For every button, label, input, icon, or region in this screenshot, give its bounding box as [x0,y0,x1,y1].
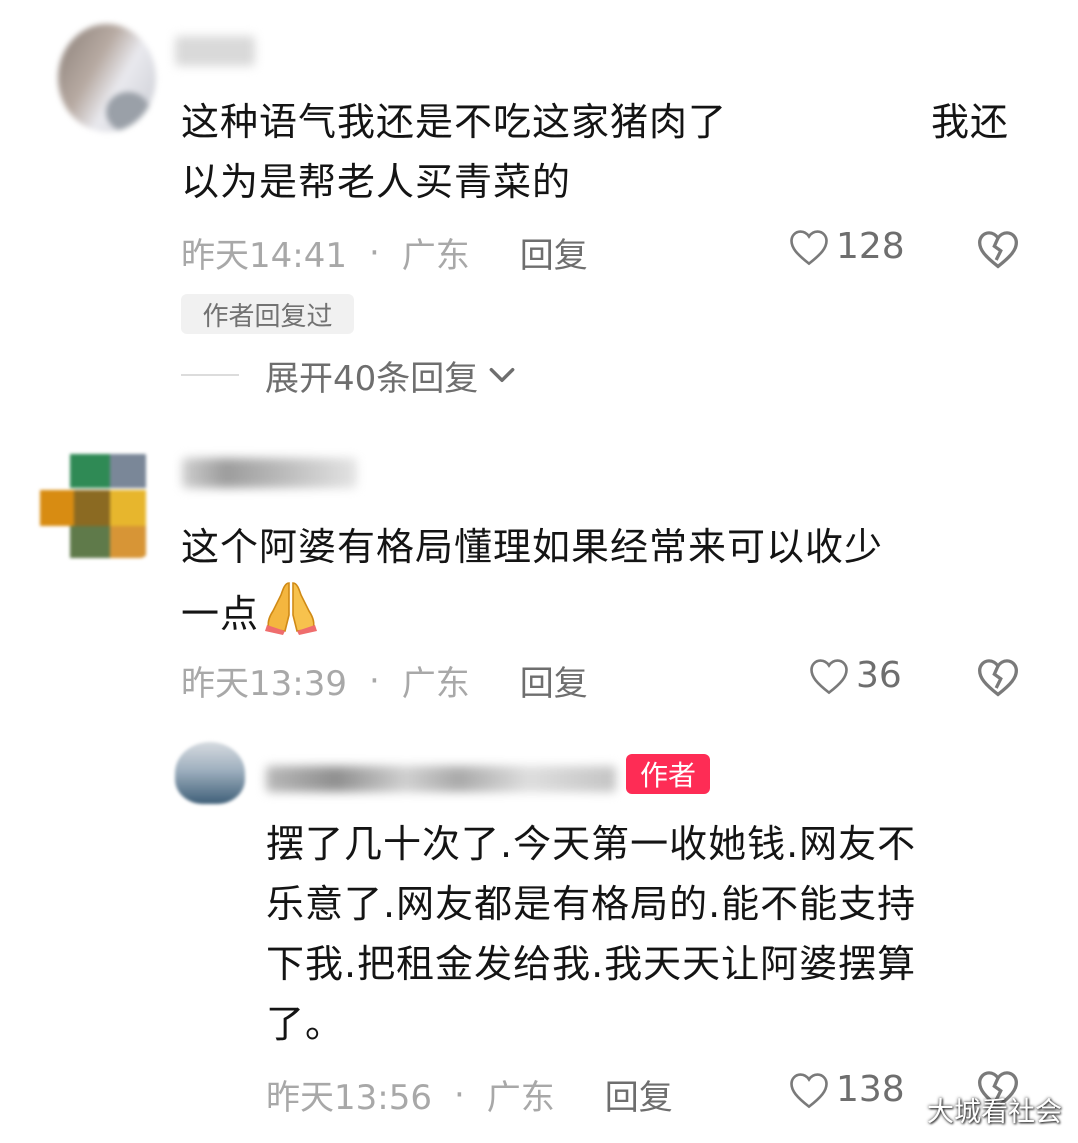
avatar[interactable] [175,742,245,804]
comment-text: 这种语气我还是不吃这家猪肉了 我还 以为是帮老人买青菜的 [181,100,1010,204]
comment-meta: 昨天13:39 · 广东 回复 [181,656,588,705]
separator-dot: · [453,1074,465,1115]
comment-location: 广东 [486,1078,555,1118]
like-count: 138 [836,1069,905,1110]
chevron-down-icon [489,367,515,383]
like-button[interactable]: 36 [808,655,902,696]
reply-text: 摆了几十次了.今天第一收她钱.网友不 乐意了.网友都是有格局的.能不能支持 下我.把… [266,822,917,1046]
author-replied-tag: 作者回复过 [181,294,354,334]
reply-button[interactable]: 回复 [520,228,588,277]
comment-meta: 昨天14:41 · 广东 回复 [181,228,588,277]
comment-location: 广东 [401,664,470,704]
dislike-button[interactable] [976,228,1020,274]
separator-dot: · [368,232,380,273]
heart-outline-icon [810,658,848,694]
reply-meta: 昨天13:56 · 广东 回复 [266,1070,673,1119]
like-count: 36 [856,655,902,696]
reply-button[interactable]: 回复 [520,656,588,705]
like-button[interactable]: 138 [788,1069,905,1110]
reply-button[interactable]: 回复 [605,1070,673,1119]
username-blurred[interactable] [266,766,616,792]
praying-hands-emoji [261,577,321,652]
avatar[interactable] [58,24,156,132]
comment-location: 广东 [401,236,470,276]
username-blurred[interactable] [182,458,357,488]
comment-time: 昨天13:56 [266,1078,432,1118]
heart-outline-icon [790,1072,828,1108]
comment-text: 这个阿婆有格局懂理如果经常来可以收少 一点 [181,517,1041,652]
watermark: 大城看社会 [927,1097,1062,1128]
avatar[interactable] [40,452,148,558]
broken-heart-icon [978,659,1018,697]
comment-time: 昨天14:41 [181,236,347,276]
username-blurred[interactable] [175,36,255,66]
like-button[interactable]: 128 [788,226,905,267]
expand-replies-button[interactable]: 展开40条回复 [181,350,518,400]
divider-line [181,374,239,376]
comment-time: 昨天13:39 [181,664,347,704]
dislike-button[interactable] [976,656,1020,702]
heart-outline-icon [790,229,828,265]
author-badge: 作者 [626,754,710,794]
broken-heart-icon [978,231,1018,269]
expand-replies-label: 展开40条回复 [265,358,479,399]
like-count: 128 [836,226,905,267]
separator-dot: · [368,660,380,701]
